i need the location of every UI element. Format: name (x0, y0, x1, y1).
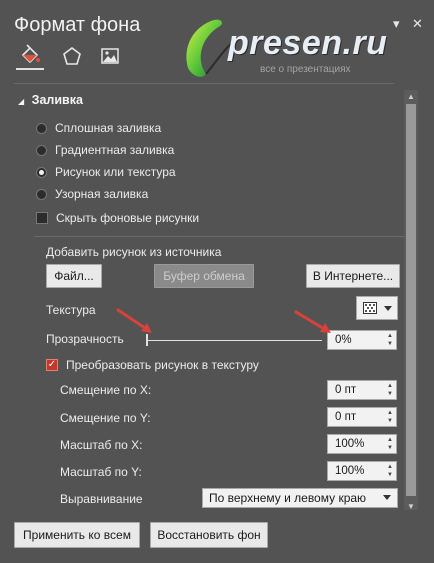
transparency-slider-track[interactable] (146, 340, 322, 341)
chevron-down-icon (384, 306, 392, 311)
spin-up-icon[interactable]: ▲ (387, 437, 393, 444)
scroll-down-arrow-icon[interactable]: ▼ (404, 500, 418, 514)
scrollbar-thumb[interactable] (406, 104, 416, 496)
radio-button-selected[interactable] (36, 166, 47, 178)
offset-x-value: 0 пт (335, 384, 357, 396)
close-button[interactable]: ✕ (412, 16, 423, 32)
watermark-text: presen.ru (228, 24, 388, 62)
radio-gradient-fill[interactable]: Градиентная заливка (36, 141, 174, 159)
radio-label: Рисунок или текстура (55, 165, 176, 179)
tab-effects[interactable] (58, 42, 86, 70)
spin-down-icon[interactable]: ▼ (387, 472, 393, 479)
texture-picker-button[interactable] (356, 296, 398, 320)
hide-background-label: Скрыть фоновые рисунки (56, 211, 200, 225)
online-button[interactable]: В Интернете... (306, 264, 400, 288)
transparency-value: 0% (335, 334, 352, 346)
radio-button[interactable] (36, 144, 47, 156)
spin-down-icon[interactable]: ▼ (387, 341, 393, 348)
offset-x-spinner[interactable]: 0 пт ▲ ▼ (327, 380, 397, 400)
radio-label: Градиентная заливка (55, 143, 175, 157)
alignment-label: Выравнивание (60, 492, 143, 506)
spin-up-icon[interactable]: ▲ (387, 333, 393, 340)
offset-y-spinner[interactable]: 0 пт ▲ ▼ (327, 407, 397, 427)
chevron-down-icon (383, 495, 391, 500)
offset-y-label: Смещение по Y: (60, 411, 151, 425)
hide-background-checkbox-row[interactable]: Скрыть фоновые рисунки (36, 209, 199, 227)
header-divider (14, 83, 394, 84)
texture-label: Текстура (46, 303, 96, 317)
reset-background-button[interactable]: Восстановить фон (150, 522, 268, 548)
spin-up-icon[interactable]: ▲ (387, 383, 393, 390)
offset-y-value: 0 пт (335, 411, 357, 423)
watermark-logo: presen.ru все о презентациях (176, 16, 388, 86)
transparency-spinner[interactable]: 0% ▲ ▼ (327, 330, 397, 350)
scale-x-label: Масштаб по X: (60, 438, 143, 452)
spin-up-icon[interactable]: ▲ (387, 410, 393, 417)
scale-x-spinner[interactable]: 100% ▲ ▼ (327, 434, 397, 454)
radio-label: Узорная заливка (55, 187, 149, 201)
paint-bucket-icon (21, 44, 40, 64)
annotation-arrow-icon (116, 308, 152, 333)
watermark-subtext: все о презентациях (260, 64, 351, 75)
spin-down-icon[interactable]: ▼ (387, 418, 393, 425)
tab-fill[interactable] (16, 42, 44, 70)
annotation-arrow-icon (294, 310, 331, 333)
texture-grid-icon (363, 302, 377, 314)
scroll-up-arrow-icon[interactable]: ▲ (404, 90, 418, 104)
radio-pattern-fill[interactable]: Узорная заливка (36, 185, 148, 203)
clipboard-button[interactable]: Буфер обмена (154, 264, 254, 288)
pane-options-dropdown[interactable]: ▾ (393, 16, 400, 32)
section-divider (34, 236, 404, 237)
file-button[interactable]: Файл... (46, 264, 102, 288)
spin-down-icon[interactable]: ▼ (387, 391, 393, 398)
tile-checkbox[interactable]: ✓ (46, 359, 58, 371)
radio-picture-texture-fill[interactable]: Рисунок или текстура (36, 163, 176, 181)
hide-background-checkbox[interactable] (36, 212, 48, 224)
radio-button[interactable] (36, 188, 47, 200)
tab-picture[interactable] (96, 42, 124, 70)
alignment-value: По верхнему и левому краю (209, 491, 367, 505)
collapse-triangle-icon: ◢ (18, 97, 25, 106)
tile-label: Преобразовать рисунок в текстуру (66, 358, 259, 372)
tile-checkbox-row[interactable]: ✓ Преобразовать рисунок в текстуру (46, 356, 259, 374)
apply-to-all-button[interactable]: Применить ко всем (14, 522, 140, 548)
section-fill-header[interactable]: ◢ Заливка (18, 93, 83, 107)
scale-y-label: Масштаб по Y: (60, 465, 142, 479)
alignment-select[interactable]: По верхнему и левому краю (202, 488, 398, 508)
scale-x-value: 100% (335, 438, 365, 450)
insert-from-label: Добавить рисунок из источника (46, 245, 222, 259)
radio-button[interactable] (36, 122, 47, 134)
spin-down-icon[interactable]: ▼ (387, 445, 393, 452)
radio-solid-fill[interactable]: Сплошная заливка (36, 119, 161, 137)
scale-y-value: 100% (335, 465, 365, 477)
spin-up-icon[interactable]: ▲ (387, 464, 393, 471)
pane-title: Формат фона (14, 14, 141, 36)
picture-icon (101, 48, 119, 64)
transparency-label: Прозрачность (46, 332, 124, 346)
offset-x-label: Смещение по X: (60, 383, 152, 397)
section-fill-label: Заливка (31, 93, 83, 107)
scale-y-spinner[interactable]: 100% ▲ ▼ (327, 461, 397, 481)
radio-label: Сплошная заливка (55, 121, 162, 135)
pentagon-icon (63, 47, 81, 65)
